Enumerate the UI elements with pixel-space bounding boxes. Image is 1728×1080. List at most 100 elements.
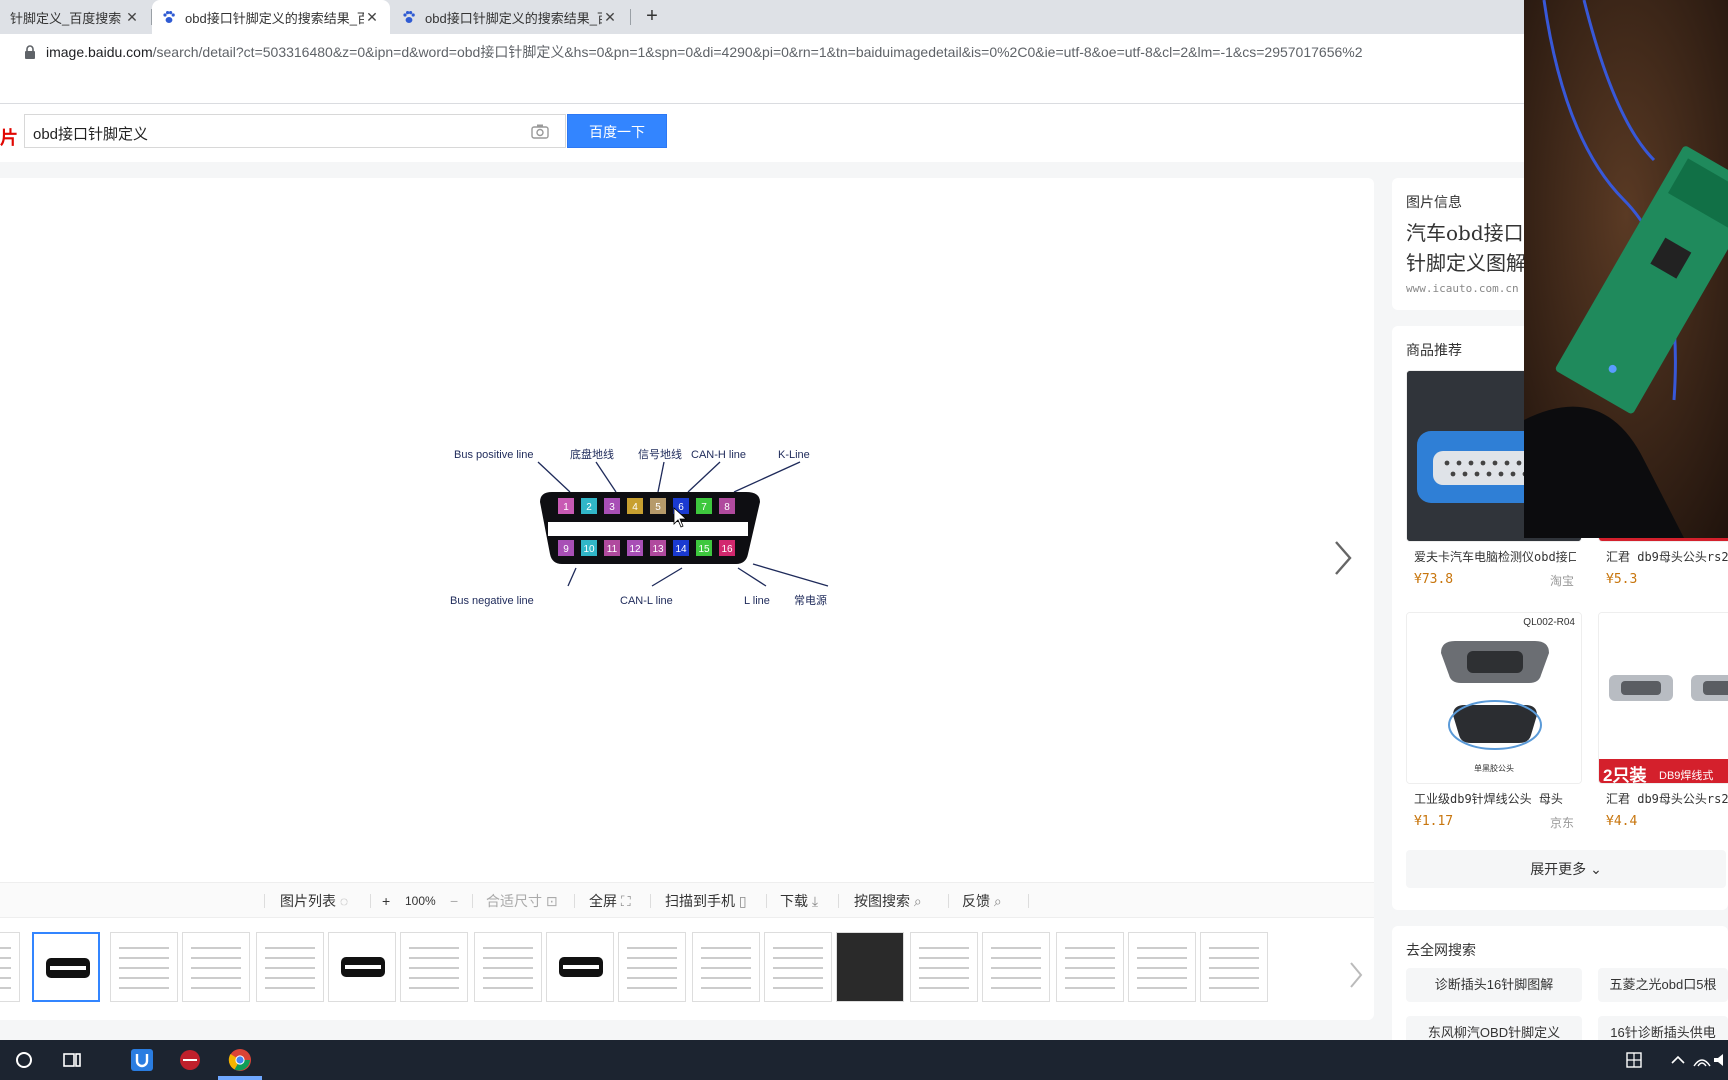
web-search-heading: 去全网搜索 (1406, 942, 1476, 958)
baidu-image-logo[interactable]: 片 (0, 124, 18, 150)
thumbnail[interactable] (32, 932, 100, 1002)
product-card[interactable]: 2只装 DB9焊线式 汇君 db9母头公头rs232 ¥4.4 (1598, 612, 1728, 852)
thumbnail[interactable] (1056, 932, 1124, 1002)
product-shop: 京东 (1549, 816, 1574, 830)
input-method-icon[interactable] (1622, 1048, 1646, 1072)
product-image: 2只装 DB9焊线式 (1598, 612, 1728, 784)
scan-to-phone-button[interactable]: 扫描到手机 ▯ (665, 883, 747, 919)
pin-number: 6 (678, 502, 684, 513)
thumbnail[interactable] (1128, 932, 1196, 1002)
image-source-url[interactable]: www.icauto.com.cn (1406, 282, 1519, 295)
thumbnail[interactable] (836, 932, 904, 1002)
chrome-icon[interactable] (228, 1048, 252, 1072)
label-can-h: CAN-H line (691, 449, 746, 461)
fit-size-label: 合适尺寸 (486, 893, 542, 909)
camera-icon[interactable] (531, 123, 549, 139)
fit-icon: ⊡ (545, 893, 558, 909)
download-label: 下载 (780, 893, 808, 909)
fullscreen-button[interactable]: 全屏 ⛶ (589, 883, 631, 919)
chevron-up-icon[interactable] (1666, 1048, 1690, 1072)
thumbnail-strip (0, 928, 1374, 1012)
strip-next-arrow-icon[interactable] (1348, 960, 1364, 990)
address-bar[interactable]: image.baidu.com/search/detail?ct=5033164… (0, 34, 1728, 104)
image-list-button[interactable]: 图片列表 ◌ (280, 883, 348, 919)
thumbnail[interactable] (910, 932, 978, 1002)
image-info-title[interactable]: 汽车obd接口针脚定义图解 (1406, 218, 1526, 278)
fit-size-button[interactable]: 合适尺寸 ⊡ (486, 883, 558, 919)
product-name: 爱夫卡汽车电脑检测仪obd接口 (1414, 550, 1576, 564)
tab-2[interactable]: obd接口针脚定义的搜索结果_百 ✕ (152, 0, 390, 34)
label-l-line: L line (744, 595, 770, 607)
thumbnail[interactable] (0, 932, 20, 1002)
toolbar-divider (1028, 894, 1029, 908)
obd-pinout-image[interactable]: 12345678 9 10 11 12 13 14 15 16 Bus positive li… (448, 440, 852, 620)
pin-number: 11 (607, 544, 618, 555)
app-u-icon[interactable] (130, 1048, 154, 1072)
download-button[interactable]: 下载 ⤓ (780, 883, 818, 919)
expand-more-button[interactable]: 展开更多 ⌄ (1406, 850, 1726, 888)
connector-slot (548, 522, 748, 536)
baidu-paw-icon (162, 10, 176, 24)
next-image-arrow-icon[interactable] (1330, 538, 1354, 578)
thumbnail[interactable] (474, 932, 542, 1002)
label-k-line: K-Line (778, 449, 810, 461)
tab-3[interactable]: obd接口针脚定义的搜索结果_百 ✕ (392, 0, 628, 34)
cortana-circle-icon[interactable] (12, 1048, 36, 1072)
chevron-down-icon: ⌄ (1590, 861, 1602, 877)
thumbnail[interactable] (546, 932, 614, 1002)
viewer-toolbar: 图片列表 ◌ + 100% − 合适尺寸 ⊡ 全屏 ⛶ 扫描到手机 ▯ 下载 ⤓… (0, 882, 1374, 918)
search-query: obd接口针脚定义 (33, 126, 149, 143)
pin-number: 4 (632, 502, 638, 513)
thumbnail[interactable] (182, 932, 250, 1002)
thumbnail[interactable] (400, 932, 468, 1002)
image-list-label: 图片列表 (280, 893, 336, 909)
feedback-icon: ⌕ (993, 893, 1002, 909)
search-button[interactable]: 百度一下 (567, 114, 667, 148)
related-search-button[interactable]: 诊断插头16针脚图解 (1406, 968, 1582, 1002)
thumbnail[interactable] (618, 932, 686, 1002)
thumbnail[interactable] (1200, 932, 1268, 1002)
tab-title: 针脚定义_百度搜索 (10, 10, 122, 26)
expand-label: 展开更多 (1530, 861, 1587, 877)
pin-number: 12 (629, 544, 641, 555)
pin-number: 14 (675, 544, 687, 555)
label-chassis-ground: 底盘地线 (570, 447, 614, 461)
search-by-image-button[interactable]: 按图搜索 ⌕ (854, 883, 922, 919)
url-text[interactable]: image.baidu.com/search/detail?ct=5033164… (46, 42, 1363, 62)
product-price: ¥1.17 (1414, 814, 1454, 829)
pin-number: 1 (563, 502, 569, 513)
product-pack-tag: 2只装 (1603, 766, 1647, 784)
pin-number: 5 (655, 502, 661, 513)
products-heading: 商品推荐 (1406, 342, 1462, 358)
product-shop: 淘宝 (1549, 574, 1574, 588)
thumbnail[interactable] (692, 932, 760, 1002)
thumbnail[interactable] (982, 932, 1050, 1002)
product-card[interactable]: QL002-R04 单黑胶公头 工业级db9针焊线公头 母头 ¥1.17 京东 (1406, 612, 1582, 852)
product-name: 汇君 db9母头公头rs232 (1606, 550, 1728, 564)
task-view-icon[interactable] (60, 1048, 84, 1072)
speaker-icon[interactable] (1710, 1048, 1728, 1072)
related-search-button[interactable]: 五菱之光obd口5根 (1598, 968, 1728, 1002)
thumbnail[interactable] (328, 932, 396, 1002)
active-app-indicator (218, 1076, 262, 1080)
search-input[interactable]: obd接口针脚定义 (24, 114, 566, 148)
label-bus-negative: Bus negative line (450, 595, 534, 607)
toolbar-divider (574, 894, 575, 908)
tab-1[interactable]: 针脚定义_百度搜索 ✕ (0, 0, 150, 34)
zoom-out-button[interactable]: − (450, 883, 458, 919)
zoom-in-button[interactable]: + (382, 883, 390, 919)
image-viewer: 12345678 9 10 11 12 13 14 15 16 Bus positive li… (0, 178, 1374, 1020)
thumbnail[interactable] (764, 932, 832, 1002)
close-icon[interactable]: ✕ (364, 9, 380, 26)
pin-number: 10 (583, 544, 595, 555)
feedback-button[interactable]: 反馈 ⌕ (962, 883, 1002, 919)
app-red-icon[interactable] (178, 1048, 202, 1072)
close-icon[interactable]: ✕ (124, 9, 140, 26)
thumbnail[interactable] (256, 932, 324, 1002)
close-icon[interactable]: ✕ (602, 9, 618, 26)
tab-divider (630, 9, 631, 25)
new-tab-button[interactable]: + (640, 4, 664, 28)
thumbnail[interactable] (110, 932, 178, 1002)
tab-title: obd接口针脚定义的搜索结果_百 (185, 10, 364, 26)
pin-number: 8 (724, 502, 730, 513)
